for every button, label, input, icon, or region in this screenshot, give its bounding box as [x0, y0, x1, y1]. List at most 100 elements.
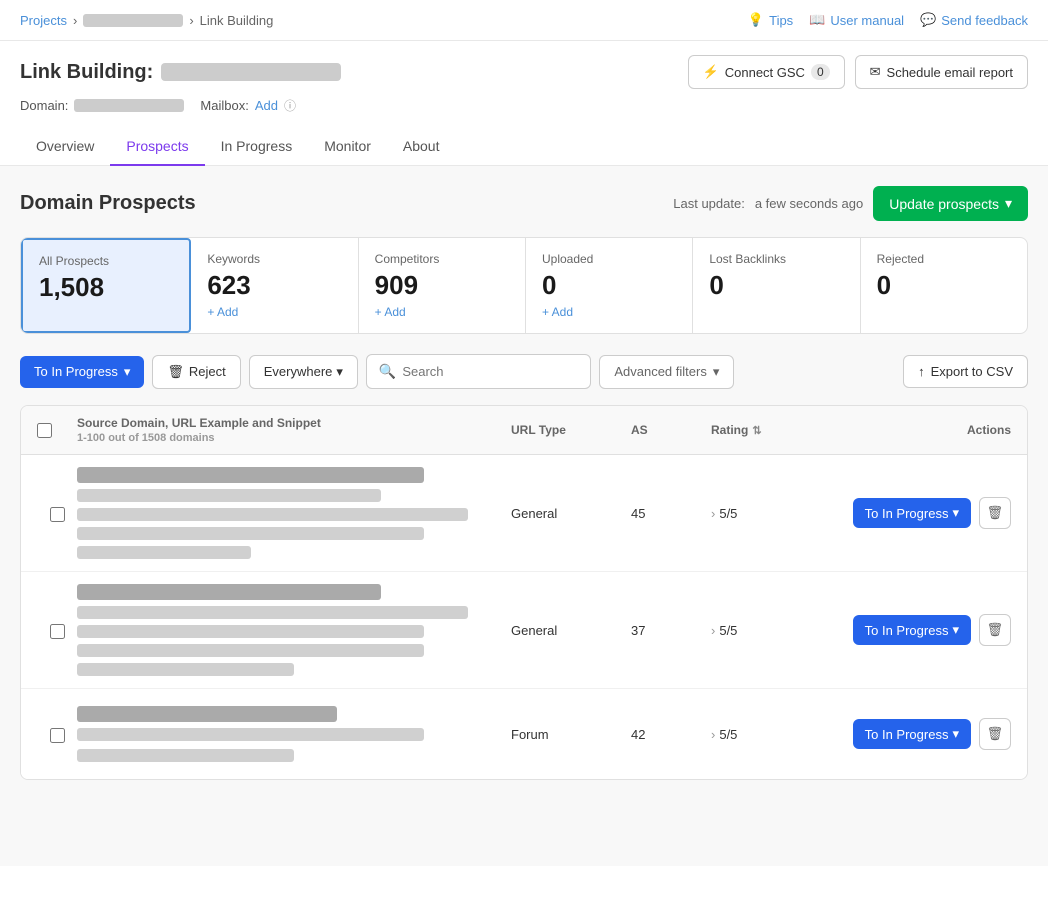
- stat-card-lost-backlinks[interactable]: Lost Backlinks 0: [693, 238, 860, 333]
- send-feedback-link[interactable]: 💬 Send feedback: [920, 12, 1028, 28]
- row3-domain-redacted: [77, 706, 337, 722]
- row1-delete-button[interactable]: 🗑: [979, 497, 1011, 529]
- search-input[interactable]: [402, 364, 578, 379]
- row1-actions: To In Progress ▾ 🗑: [851, 497, 1011, 529]
- row3-rating-arrow: ›: [711, 727, 715, 742]
- stat-card-uploaded[interactable]: Uploaded 0 + Add: [526, 238, 693, 333]
- stat-card-competitors[interactable]: Competitors 909 + Add: [359, 238, 526, 333]
- breadcrumb-separator2: ›: [189, 13, 193, 28]
- row3-select[interactable]: [37, 726, 77, 743]
- breadcrumb: Projects › › Link Building: [20, 13, 273, 28]
- message-icon: 💬: [920, 12, 936, 28]
- main-content: Domain Prospects Last update: a few seco…: [0, 166, 1048, 866]
- row1-to-in-progress-button[interactable]: To In Progress ▾: [853, 498, 971, 528]
- tab-in-progress[interactable]: In Progress: [205, 128, 309, 166]
- last-update-label: Last update:: [673, 196, 745, 211]
- export-icon: ↑: [918, 364, 925, 379]
- header-actions: Actions: [851, 423, 1011, 437]
- row1-rating: › 5/5: [711, 506, 851, 521]
- reject-button[interactable]: 🗑 Reject: [152, 355, 240, 389]
- to-in-progress-button[interactable]: To In Progress ▾: [20, 356, 144, 388]
- stat-value-competitors: 909: [375, 270, 509, 301]
- chevron-down-icon: ▾: [952, 622, 959, 638]
- trash-icon: 🗑: [987, 505, 1004, 521]
- row2-checkbox[interactable]: [50, 624, 65, 639]
- section-title: Domain Prospects: [20, 192, 196, 215]
- export-csv-button[interactable]: ↑ Export to CSV: [903, 355, 1028, 388]
- chevron-down-icon: ▾: [336, 364, 343, 380]
- table-header: Source Domain, URL Example and Snippet 1…: [21, 406, 1027, 455]
- tips-link[interactable]: 💡 Tips: [748, 12, 793, 28]
- chevron-down-icon: ▾: [952, 505, 959, 521]
- row1-snippet2-redacted: [77, 527, 424, 540]
- email-icon: ✉: [870, 64, 881, 80]
- select-all-checkbox[interactable]: [37, 423, 52, 438]
- stat-value-all: 1,508: [39, 272, 173, 303]
- search-icon: 🔍: [379, 363, 396, 380]
- row2-select[interactable]: [37, 622, 77, 639]
- row3-snippet-redacted: [77, 749, 294, 762]
- reject-icon: 🗑: [167, 364, 184, 380]
- stat-value-lost-backlinks: 0: [709, 270, 843, 301]
- tab-bar: Overview Prospects In Progress Monitor A…: [0, 128, 1048, 166]
- update-prospects-button[interactable]: Update prospects ▾: [873, 186, 1028, 221]
- stat-card-all[interactable]: All Prospects 1,508: [21, 238, 191, 333]
- stat-add-competitors[interactable]: + Add: [375, 305, 509, 319]
- domain-row: Domain: Mailbox: Add ⓘ: [20, 97, 1028, 118]
- schedule-email-button[interactable]: ✉ Schedule email report: [855, 55, 1028, 89]
- tab-prospects[interactable]: Prospects: [110, 128, 204, 166]
- row1-select[interactable]: [37, 505, 77, 522]
- stat-card-rejected[interactable]: Rejected 0: [861, 238, 1027, 333]
- stat-add-uploaded[interactable]: + Add: [542, 305, 676, 319]
- user-manual-link[interactable]: 📖 User manual: [809, 12, 904, 28]
- sort-icon[interactable]: ⇅: [752, 424, 761, 437]
- stat-value-keywords: 623: [207, 270, 341, 301]
- row1-domain-redacted: [77, 467, 424, 483]
- row1-source: [77, 467, 511, 559]
- row2-url-type: General: [511, 623, 631, 638]
- table-row: General 37 › 5/5 To In Progress ▾ 🗑: [21, 572, 1027, 689]
- row2-snippet3-redacted: [77, 663, 294, 676]
- table-row: Forum 42 › 5/5 To In Progress ▾ 🗑: [21, 689, 1027, 779]
- info-icon[interactable]: ⓘ: [284, 97, 296, 114]
- header-url-type: URL Type: [511, 423, 631, 437]
- stat-label-all: All Prospects: [39, 254, 173, 268]
- tab-overview[interactable]: Overview: [20, 128, 110, 166]
- row2-to-in-progress-button[interactable]: To In Progress ▾: [853, 615, 971, 645]
- breadcrumb-current: Link Building: [200, 13, 274, 28]
- mailbox-add-link[interactable]: Add: [255, 98, 278, 113]
- row3-to-in-progress-button[interactable]: To In Progress ▾: [853, 719, 971, 749]
- page-title: Link Building:: [20, 61, 341, 84]
- top-navigation: Projects › › Link Building 💡 Tips 📖 User…: [0, 0, 1048, 41]
- stat-add-keywords[interactable]: + Add: [207, 305, 341, 319]
- stat-label-rejected: Rejected: [877, 252, 1011, 266]
- chevron-down-icon: ▾: [124, 364, 131, 380]
- tips-icon: 💡: [748, 12, 764, 28]
- title-redacted: [161, 63, 341, 81]
- row3-checkbox[interactable]: [50, 728, 65, 743]
- search-box[interactable]: 🔍: [366, 354, 591, 389]
- row3-url-type: Forum: [511, 727, 631, 742]
- tab-monitor[interactable]: Monitor: [308, 128, 387, 166]
- row2-snippet2-redacted: [77, 644, 424, 657]
- row2-actions: To In Progress ▾ 🗑: [851, 614, 1011, 646]
- connect-gsc-button[interactable]: ⚡ Connect GSC 0: [688, 55, 845, 89]
- everywhere-dropdown[interactable]: Everywhere ▾: [249, 355, 358, 389]
- header-source: Source Domain, URL Example and Snippet 1…: [77, 416, 511, 444]
- advanced-filters-button[interactable]: Advanced filters ▾: [599, 355, 734, 389]
- row2-delete-button[interactable]: 🗑: [979, 614, 1011, 646]
- stat-card-keywords[interactable]: Keywords 623 + Add: [191, 238, 358, 333]
- tab-about[interactable]: About: [387, 128, 456, 166]
- row3-actions: To In Progress ▾ 🗑: [851, 718, 1011, 750]
- row3-source: [77, 706, 511, 762]
- row1-rating-arrow: ›: [711, 506, 715, 521]
- row1-checkbox[interactable]: [50, 507, 65, 522]
- header-select: [37, 423, 77, 438]
- table-row: General 45 › 5/5 To In Progress ▾ 🗑: [21, 455, 1027, 572]
- row2-rating-arrow: ›: [711, 623, 715, 638]
- breadcrumb-root[interactable]: Projects: [20, 13, 67, 28]
- last-update-row: Last update: a few seconds ago Update pr…: [673, 186, 1028, 221]
- breadcrumb-project: [83, 14, 183, 27]
- row3-delete-button[interactable]: 🗑: [979, 718, 1011, 750]
- row2-url-redacted: [77, 606, 468, 619]
